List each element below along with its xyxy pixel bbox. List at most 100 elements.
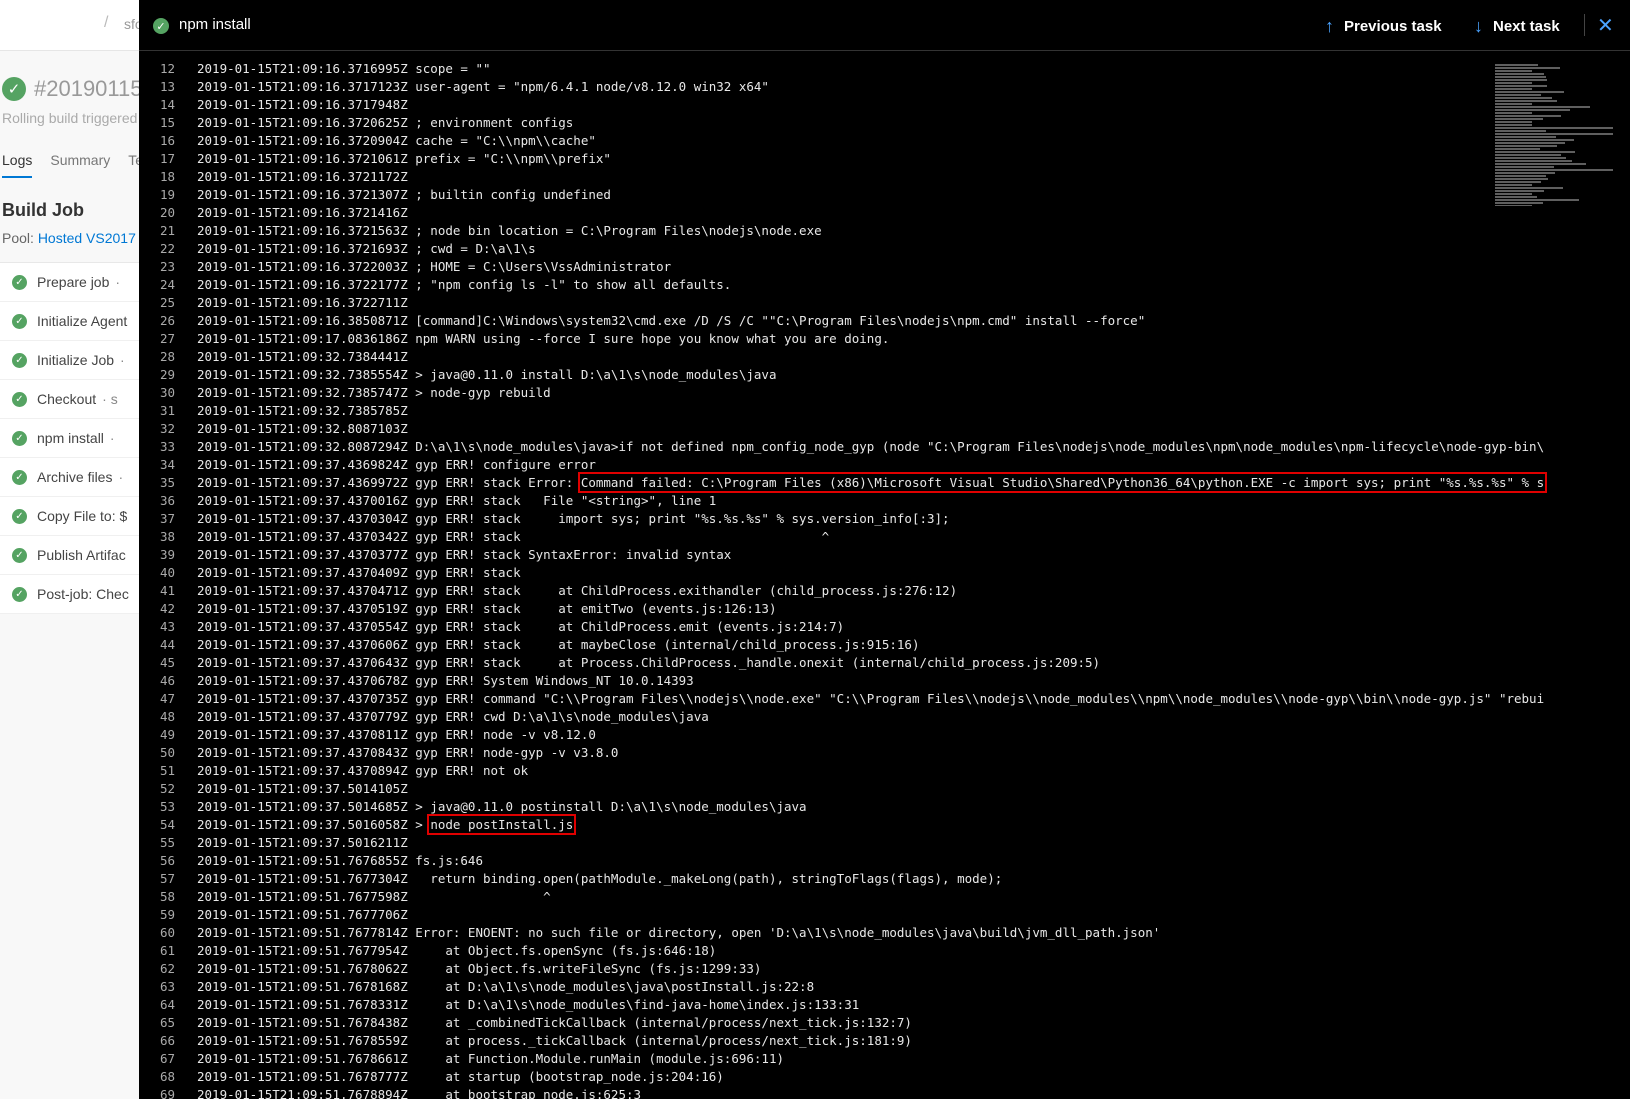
log-line: 21 2019-01-15T21:09:16.3721563Z ; node bi… bbox=[139, 222, 1630, 240]
log-message-text: Error: ENOENT: no such file or directory… bbox=[415, 925, 1161, 940]
job-step[interactable]: ✓ npm install · bbox=[0, 419, 140, 458]
minimap-row bbox=[1495, 169, 1613, 171]
log-viewer-panel: ✓ npm install ↑ Previous task ↓ Next tas… bbox=[139, 0, 1630, 1099]
log-timestamp: 2019-01-15T21:09:37.4370377Z bbox=[197, 547, 408, 562]
log-message-text: at startup (bootstrap_node.js:204:16) bbox=[415, 1069, 724, 1084]
line-number: 62 bbox=[159, 961, 175, 976]
job-step[interactable]: ✓ Copy File to: $ bbox=[0, 497, 140, 536]
job-step[interactable]: ✓ Initialize Job · bbox=[0, 341, 140, 380]
minimap-row bbox=[1495, 88, 1532, 90]
log-message-text: [command]C:\Windows\system32\cmd.exe /D … bbox=[415, 313, 1146, 328]
pool-link[interactable]: Hosted VS2017 bbox=[38, 230, 136, 246]
line-number: 39 bbox=[159, 547, 175, 562]
log-message-text: gyp ERR! stack at emitTwo (events.js:126… bbox=[415, 601, 777, 616]
minimap-row bbox=[1495, 91, 1565, 93]
log-minimap[interactable] bbox=[1495, 64, 1615, 206]
log-message: gyp ERR! not ok bbox=[408, 762, 528, 780]
close-icon[interactable]: ✕ bbox=[1597, 13, 1614, 38]
line-number: 14 bbox=[159, 97, 175, 112]
log-line: 25 2019-01-15T21:09:16.3722711Z bbox=[139, 294, 1630, 312]
log-timestamp: 2019-01-15T21:09:37.4370606Z bbox=[197, 637, 408, 652]
tab-summary[interactable]: Summary bbox=[50, 152, 110, 178]
next-task-label: Next task bbox=[1493, 18, 1560, 35]
line-number: 47 bbox=[159, 691, 175, 706]
line-number: 51 bbox=[159, 763, 175, 778]
log-timestamp: 2019-01-15T21:09:16.3721061Z bbox=[197, 151, 408, 166]
log-message: gyp ERR! stack Error: Command failed: C:… bbox=[408, 472, 1548, 493]
log-line: 13 2019-01-15T21:09:16.3717123Z user-agen… bbox=[139, 78, 1630, 96]
log-message-text: D:\a\1\s\node_modules\java>if not define… bbox=[415, 439, 1545, 454]
log-timestamp: 2019-01-15T21:09:37.4370643Z bbox=[197, 655, 408, 670]
log-message: ; environment configs bbox=[408, 114, 573, 132]
log-line: 15 2019-01-15T21:09:16.3720625Z ; environ… bbox=[139, 114, 1630, 132]
log-message: at D:\a\1\s\node_modules\java\postInstal… bbox=[408, 978, 814, 996]
breadcrumb-item[interactable]: sfo bbox=[124, 16, 140, 32]
log-line: 46 2019-01-15T21:09:37.4370678Z gyp ERR! … bbox=[139, 672, 1630, 690]
log-message bbox=[408, 96, 416, 114]
log-content[interactable]: 12 2019-01-15T21:09:16.3716995Z scope = "… bbox=[139, 60, 1630, 1099]
job-step[interactable]: ✓ Publish Artifac bbox=[0, 536, 140, 575]
next-task-button[interactable]: ↓ Next task bbox=[1474, 16, 1560, 37]
minimap-row bbox=[1495, 193, 1532, 195]
job-step-label: Archive files bbox=[37, 469, 113, 485]
log-line: 49 2019-01-15T21:09:37.4370811Z gyp ERR! … bbox=[139, 726, 1630, 744]
minimap-row bbox=[1495, 145, 1557, 147]
line-number: 18 bbox=[159, 169, 175, 184]
log-message bbox=[408, 204, 416, 222]
job-step[interactable]: ✓ Initialize Agent bbox=[0, 302, 140, 341]
job-title: Build Job bbox=[2, 200, 84, 220]
log-message: gyp ERR! node -v v8.12.0 bbox=[408, 726, 596, 744]
job-step[interactable]: ✓ Archive files · bbox=[0, 458, 140, 497]
log-line: 52 2019-01-15T21:09:37.5014105Z bbox=[139, 780, 1630, 798]
log-message: scope = "" bbox=[408, 60, 490, 78]
log-timestamp: 2019-01-15T21:09:16.3720904Z bbox=[197, 133, 408, 148]
minimap-row bbox=[1495, 187, 1563, 189]
line-number: 45 bbox=[159, 655, 175, 670]
line-number: 57 bbox=[159, 871, 175, 886]
log-timestamp: 2019-01-15T21:09:32.7385785Z bbox=[197, 403, 408, 418]
log-message-text: gyp ERR! command "C:\\Program Files\\nod… bbox=[415, 691, 1545, 706]
log-line: 68 2019-01-15T21:09:51.7678777Z at startu… bbox=[139, 1068, 1630, 1086]
tab-logs[interactable]: Logs bbox=[2, 152, 33, 178]
task-title: npm install bbox=[179, 16, 251, 33]
line-number: 55 bbox=[159, 835, 175, 850]
log-message: ; cwd = D:\a\1\s bbox=[408, 240, 535, 258]
log-message: at Function.Module.runMain (module.js:69… bbox=[408, 1050, 784, 1068]
pool-info: Pool: Hosted VS2017 bbox=[2, 230, 136, 246]
previous-task-button[interactable]: ↑ Previous task bbox=[1325, 16, 1442, 37]
line-number: 58 bbox=[159, 889, 175, 904]
pool-label: Pool: bbox=[2, 230, 34, 246]
line-number: 53 bbox=[159, 799, 175, 814]
log-message-text: prefix = "C:\\npm\\prefix" bbox=[415, 151, 611, 166]
log-line: 62 2019-01-15T21:09:51.7678062Z at Object… bbox=[139, 960, 1630, 978]
log-timestamp: 2019-01-15T21:09:16.3721172Z bbox=[197, 169, 408, 184]
log-message: gyp ERR! stack File "<string>", line 1 bbox=[408, 492, 716, 510]
job-step[interactable]: ✓ Checkout · s bbox=[0, 380, 140, 419]
job-step-suffix: · bbox=[120, 352, 125, 368]
log-timestamp: 2019-01-15T21:09:51.7678062Z bbox=[197, 961, 408, 976]
job-step-label: Post-job: Chec bbox=[37, 586, 129, 602]
log-message: at Object.fs.openSync (fs.js:646:18) bbox=[408, 942, 716, 960]
minimap-row bbox=[1495, 157, 1566, 159]
previous-task-label: Previous task bbox=[1344, 18, 1442, 35]
job-step-suffix: · bbox=[118, 469, 124, 485]
background-pipeline-pane: / sfo ✓ #20190115 Rolling build triggere… bbox=[0, 0, 140, 1099]
check-circle-icon: ✓ bbox=[12, 508, 27, 524]
job-step[interactable]: ✓ Post-job: Chec bbox=[0, 575, 140, 614]
job-step-label: Initialize Agent bbox=[37, 313, 128, 329]
minimap-row bbox=[1495, 130, 1547, 132]
job-step[interactable]: ✓ Prepare job · bbox=[0, 263, 140, 302]
log-message: D:\a\1\s\node_modules\java>if not define… bbox=[408, 438, 1544, 456]
minimap-row bbox=[1495, 76, 1547, 78]
log-message: gyp ERR! stack at emitTwo (events.js:126… bbox=[408, 600, 777, 618]
minimap-row bbox=[1495, 199, 1579, 201]
header-divider bbox=[1584, 14, 1585, 36]
log-timestamp: 2019-01-15T21:09:16.3722711Z bbox=[197, 295, 408, 310]
minimap-row bbox=[1495, 94, 1542, 96]
log-timestamp: 2019-01-15T21:09:51.7678438Z bbox=[197, 1015, 408, 1030]
minimap-row bbox=[1495, 100, 1557, 102]
line-number: 41 bbox=[159, 583, 175, 598]
minimap-row bbox=[1495, 115, 1561, 117]
log-message: gyp ERR! stack import sys; print "%s.%s.… bbox=[408, 510, 949, 528]
log-timestamp: 2019-01-15T21:09:32.8087294Z bbox=[197, 439, 408, 454]
